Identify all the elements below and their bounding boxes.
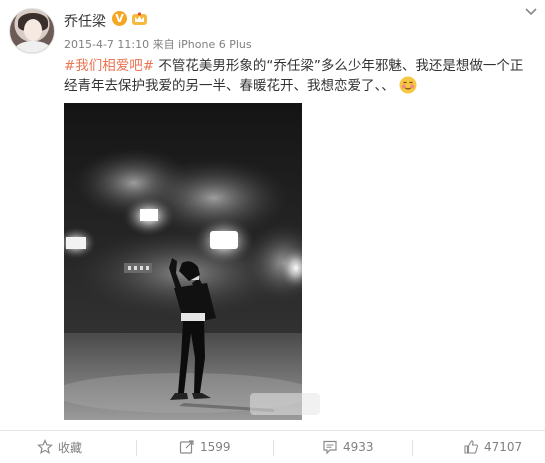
- favorite-button[interactable]: 收藏: [37, 431, 82, 463]
- action-separator: [412, 440, 413, 456]
- action-bar: 收藏 1599 4933 47107: [0, 431, 545, 463]
- chevron-down-icon[interactable]: [524, 6, 538, 18]
- action-separator: [273, 440, 274, 456]
- avatar[interactable]: [9, 8, 55, 54]
- favorite-label: 收藏: [58, 440, 83, 455]
- comment-button[interactable]: 4933: [322, 431, 374, 463]
- post-text: #我们相爱吧# 不管花美男形象的“乔任梁”多么少年邪魅、我还是想做一个正经青年去…: [64, 56, 534, 96]
- weibo-post-card: 乔任梁 V 2015-4-7 11:10 来自 iPhone 6 Plus #我…: [0, 0, 545, 463]
- comment-count: 4933: [343, 440, 374, 454]
- topic-link[interactable]: #我们相爱吧#: [64, 58, 154, 74]
- action-separator: [136, 440, 137, 456]
- repost-button[interactable]: 1599: [179, 431, 231, 463]
- like-icon: [464, 440, 478, 454]
- username[interactable]: 乔任梁: [64, 11, 106, 31]
- crown-icon: [132, 12, 147, 25]
- comment-icon: [323, 440, 337, 455]
- like-count: 47107: [484, 440, 523, 454]
- concert-stage-image: [64, 103, 302, 420]
- post-meta: 2015-4-7 11:10 来自 iPhone 6 Plus: [64, 38, 252, 51]
- star-icon: [37, 439, 53, 455]
- watermark: [250, 393, 320, 415]
- blush-emoji-icon: [399, 76, 417, 94]
- post-photo[interactable]: [64, 103, 302, 420]
- like-button[interactable]: 47107: [463, 431, 522, 463]
- repost-count: 1599: [200, 440, 231, 454]
- repost-icon: [179, 440, 194, 454]
- verified-badge-icon: V: [112, 11, 127, 26]
